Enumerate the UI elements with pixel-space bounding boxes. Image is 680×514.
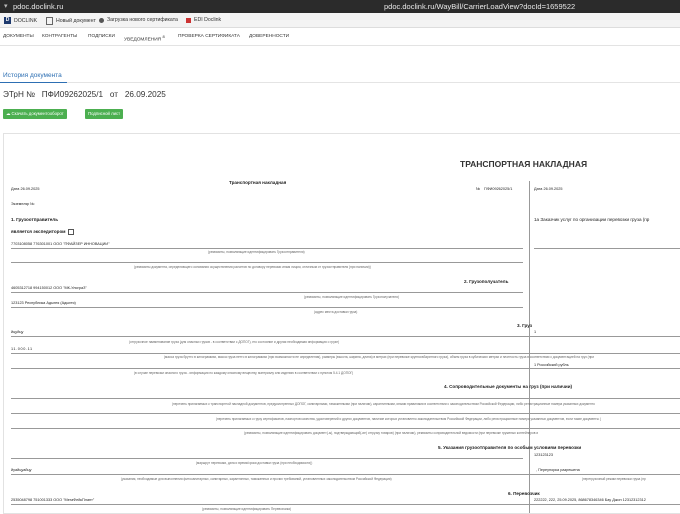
customer-line [534, 248, 680, 249]
column-divider [529, 181, 530, 513]
cloud-download-icon: ☁ [6, 111, 11, 116]
reload-caption: (перегрузочный режим перевозки груза (пр [582, 477, 646, 481]
bookmark-doclink[interactable]: D DOCLINK [4, 17, 37, 24]
signature-sheet-button[interactable]: Подписной лист [85, 109, 124, 119]
cargo-weight-line [11, 353, 680, 354]
cargo-one: 1 [534, 330, 537, 334]
download-workflow-button[interactable]: ☁ Скачать документооборот [3, 109, 67, 119]
expeditor-checkbox[interactable] [67, 229, 74, 235]
carrier-line [11, 504, 680, 505]
dangerous-line [11, 368, 680, 369]
delivery-address: 123123 Республика Адыгея (Адыгея) [11, 301, 76, 305]
page-title: ЭТрН № ПФИ09262025/1 от 26.09.2025 [3, 90, 166, 99]
instructions-line [11, 474, 680, 475]
form-main-title: ТРАНСПОРТНАЯ НАКЛАДНАЯ [460, 159, 588, 169]
special-numbers: 123123123 [534, 453, 554, 457]
section4-title: 4. Сопроводительные документы на груз (п… [444, 384, 573, 389]
doc-prefix: ЭТрН № [3, 90, 35, 99]
bookmark-label: EDI Doclink [194, 17, 222, 23]
nav-counterparties[interactable]: Контрагенты [42, 34, 77, 39]
consignee-line [11, 292, 523, 293]
doc-date: 26.09.2025 [124, 90, 166, 99]
doc-number: ПФИ09262025/1 [41, 90, 104, 99]
doclink-logo-icon: D [4, 17, 11, 24]
edi-icon [186, 17, 191, 23]
form-sub-title: Транспортная накладная [229, 180, 287, 185]
section1-expeditor: является экспедитором [11, 229, 74, 235]
nav-power-of-attorney[interactable]: Доверенности [249, 34, 289, 39]
history-tab-underline [0, 82, 67, 83]
nav-notifications-label: Уведомления [124, 37, 162, 43]
nav-notifications[interactable]: Уведомления 8 [124, 34, 165, 43]
shipper-caption: (реквизиты, позволяющие идентифицировать… [208, 250, 305, 254]
main-nav: Документы Контрагенты Подписки Уведомлен… [0, 28, 680, 46]
bookmark-label: DOCLINK [14, 17, 38, 24]
docs-line1 [11, 398, 680, 399]
signature-sheet-label: Подписной лист [88, 111, 121, 116]
shipper-line [11, 248, 523, 249]
instructions-caption: (указания, необходимые для выполнения фи… [121, 477, 392, 481]
nav-check-certificate[interactable]: Проверка сертификата [178, 34, 240, 39]
carrier-details: 222222, 222, 25.09.2025, 868678346346 Ба… [534, 498, 646, 502]
document-icon [46, 17, 53, 25]
cargo-weight-caption: (масса груза брутто в килограммах, масса… [164, 355, 594, 359]
expeditor-label: является экспедитором [11, 229, 66, 235]
cargo-name-line [11, 336, 680, 337]
section2-title: 2. Грузополучатель [464, 279, 509, 284]
notifications-count-badge: 8 [162, 34, 165, 39]
shipper-value: 7703108058 776301001 ООО "ПФАЙЗЕР ИННОВА… [11, 242, 110, 246]
tab-title[interactable]: pdoc.doclink.ru [13, 2, 63, 11]
form-date: Дата 26.09.2025 [11, 187, 40, 191]
reload-regime: , Переупорка разрешена [536, 468, 580, 472]
consignee-caption: (реквизиты, позволяющие идентифицировать… [304, 295, 399, 299]
form-date-right: Дата 26.09.2025 [534, 187, 563, 191]
doc-from: от [109, 90, 118, 99]
bookmark-edi-doclink[interactable]: EDI Doclink [186, 17, 221, 23]
section1-title: 1. Грузоотправитель [11, 217, 59, 222]
bookmark-upload-certificate[interactable]: Загрузка нового сертификата [99, 17, 178, 23]
bookmark-new-document[interactable]: Новый документ [46, 17, 96, 25]
address-url[interactable]: pdoc.doclink.ru/WayBill/CarrierLoadView?… [384, 2, 575, 11]
address-line [11, 307, 523, 308]
bookmark-label: Загрузка нового сертификата [107, 17, 178, 23]
carrier-value: 2535048798 751001333 ООО "МегаФейкПлант" [11, 498, 95, 502]
history-tab[interactable]: История документа [3, 72, 62, 79]
docs-caption2: (перечень прилагаемых к грузу сертификат… [216, 417, 601, 421]
nav-documents[interactable]: Документы [3, 34, 34, 39]
browser-titlebar: ▾ pdoc.doclink.ru pdoc.doclink.ru/WayBil… [0, 0, 680, 13]
settlement-caption: (реквизиты документа, определяющего осно… [134, 265, 371, 269]
cargo-weight-values: 11.000.11 [11, 347, 33, 351]
consignee-value: 4605312718 994150012 ООО "МК-УльтраЗ" [11, 286, 87, 290]
section3-title: 3. Груз [517, 323, 533, 328]
form-num-value: ПФИ09262025/1 [484, 187, 513, 191]
address-caption: (адрес места доставки груза) [314, 310, 358, 314]
route-line [11, 458, 523, 459]
bookmarks-bar: D DOCLINK Новый документ Загрузка нового… [0, 13, 680, 28]
nav-subscriptions[interactable]: Подписки [88, 34, 115, 39]
circle-icon [99, 17, 104, 23]
cargo-currency: 1 Российский рубль [534, 363, 569, 367]
tabs-divider [67, 82, 680, 83]
bookmark-label: Новый документ [56, 18, 96, 24]
copy-number-label: Экземпляр №: [11, 202, 36, 206]
section6-title: 6. Перевозчик [508, 491, 540, 496]
section5-title: 5. Указания грузоотправителя по особым у… [438, 445, 582, 450]
download-workflow-label: Скачать документооборот [11, 111, 64, 116]
form-num-label: № [476, 187, 481, 191]
docs-line3 [11, 428, 680, 429]
section1a-title: 1а Заказчик услуг по организации перевоз… [534, 217, 650, 222]
window-menu-icon[interactable]: ▾ [4, 2, 8, 10]
carrier-caption: (реквизиты, позволяющие идентифицировать… [202, 507, 291, 511]
docs-caption1: (перечень прилагаемых к транспортной нак… [172, 402, 595, 406]
docs-caption3: (реквизиты, позволяющие идентифицировать… [244, 431, 539, 435]
route-caption: (маршрут перевозки, дата и время/сроки д… [196, 461, 313, 465]
settlement-line [11, 262, 523, 263]
special-text: йуайцуайцу [11, 468, 32, 472]
docs-line2 [11, 413, 680, 414]
cargo-name: йцуйцу [11, 330, 24, 334]
dangerous-caption: (в случае перевозки опасного груза - инф… [134, 371, 354, 375]
cargo-caption: (отгрузочное наименование груза (для опа… [129, 340, 340, 344]
waybill-form: ТРАНСПОРТНАЯ НАКЛАДНАЯ Транспортная накл… [3, 133, 680, 514]
